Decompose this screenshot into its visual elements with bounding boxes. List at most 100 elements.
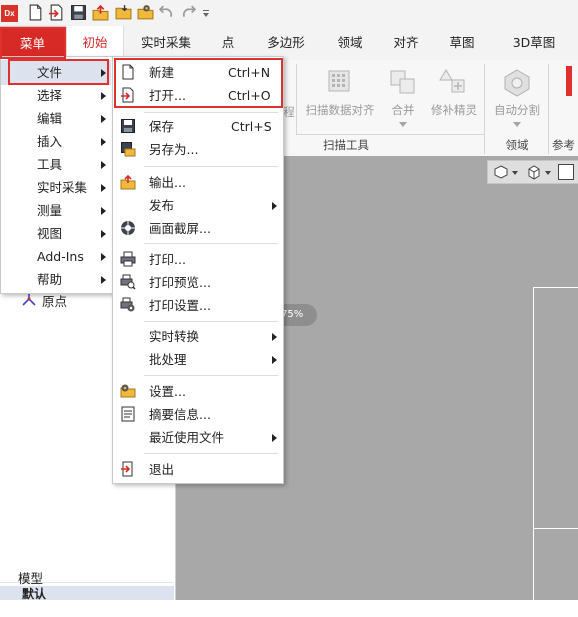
reference-group-label: 参考 <box>552 138 575 152</box>
menu-item-help[interactable]: 帮助 <box>37 268 62 291</box>
menu-item-settings[interactable]: 设置... <box>149 380 186 403</box>
menu-item-recent-files[interactable]: 最近使用文件 <box>149 426 224 449</box>
chevron-down-icon[interactable] <box>545 171 551 175</box>
printer-icon <box>120 251 136 267</box>
save-as-icon <box>121 142 136 157</box>
submenu-arrow-icon <box>101 230 106 238</box>
quick-access-toolbar: Dx <box>0 0 578 26</box>
menu-separator <box>144 112 278 113</box>
scan-align-icon <box>328 70 350 92</box>
submenu-arrow-icon <box>101 69 106 77</box>
submenu-arrow-icon <box>272 333 277 341</box>
menu-item-measure[interactable]: 测量 <box>37 199 62 222</box>
open-icon <box>121 87 134 103</box>
menu-item-batch[interactable]: 批处理 <box>149 348 187 371</box>
view-mode-icon[interactable] <box>493 164 509 180</box>
menu-item-print-preview[interactable]: 打印预览... <box>149 271 211 294</box>
tab-realtime-capture[interactable]: 实时采集 <box>128 26 204 60</box>
tab-region[interactable]: 领域 <box>326 26 374 60</box>
new-document-icon <box>122 64 134 80</box>
menu-item-new[interactable]: 新建 <box>149 61 174 84</box>
menu-item-file[interactable]: 文件 <box>37 61 62 84</box>
menu-item-view[interactable]: 视图 <box>37 222 62 245</box>
scan-align-label: 扫描数据对齐 <box>305 103 375 117</box>
auto-split-label: 自动分割 <box>494 103 540 117</box>
tab-align[interactable]: 对齐 <box>382 26 430 60</box>
chevron-down-icon <box>399 122 407 127</box>
exit-icon <box>121 461 133 477</box>
patch-wizard-button[interactable]: 修补精灵 <box>426 66 482 130</box>
menu-item-print-setup[interactable]: 打印设置... <box>149 294 211 317</box>
submenu-arrow-icon <box>272 434 277 442</box>
patch-wizard-label: 修补精灵 <box>431 103 477 117</box>
ribbon-separator <box>296 64 297 134</box>
menu-item-publish[interactable]: 发布 <box>149 194 174 217</box>
submenu-arrow-icon <box>101 207 106 215</box>
menu-item-open[interactable]: 打开... <box>149 84 186 107</box>
region-group-label: 领域 <box>505 138 529 152</box>
ribbon-separator <box>484 64 485 154</box>
open-icon[interactable] <box>48 4 65 21</box>
submenu-arrow-icon <box>101 161 106 169</box>
merge-button[interactable]: 合并 <box>382 66 424 136</box>
export-icon[interactable] <box>92 4 109 21</box>
menu-separator <box>144 453 278 454</box>
menu-item-insert[interactable]: 插入 <box>37 130 62 153</box>
menu-item-exit[interactable]: 退出 <box>149 458 174 481</box>
cube-view-icon[interactable] <box>526 164 542 180</box>
shortcut-new: Ctrl+N <box>228 65 271 80</box>
submenu-arrow-icon <box>101 115 106 123</box>
display-mode-icon[interactable] <box>558 164 574 180</box>
print-preview-icon <box>120 274 136 290</box>
reference-icon[interactable] <box>566 66 572 96</box>
save-icon <box>121 119 135 133</box>
ribbon-partial-label: 程 <box>283 105 295 119</box>
auto-split-button[interactable]: 自动分割 <box>488 66 546 136</box>
settings-folder-icon[interactable] <box>137 4 154 21</box>
tab-3d-sketch[interactable]: 3D草图 <box>494 26 574 60</box>
patch-wizard-icon <box>439 69 465 93</box>
app-logo: Dx <box>1 5 18 22</box>
highlight-box-menu-tab <box>0 27 66 59</box>
scan-align-button[interactable]: 扫描数据对齐 <box>300 66 380 130</box>
menu-item-realtime-convert[interactable]: 实时转换 <box>149 325 199 348</box>
customize-dropdown-icon[interactable] <box>202 9 210 18</box>
tab-sketch[interactable]: 草图 <box>438 26 486 60</box>
menu-item-save[interactable]: 保存 <box>149 115 174 138</box>
auto-split-icon <box>504 69 530 97</box>
save-icon[interactable] <box>70 4 87 21</box>
camera-shutter-icon <box>121 221 135 235</box>
menu-item-print[interactable]: 打印... <box>149 248 186 271</box>
tab-polygon[interactable]: 多边形 <box>254 26 318 60</box>
shortcut-save: Ctrl+S <box>231 119 272 134</box>
menu-item-screenshot[interactable]: 画面截屏... <box>149 217 211 240</box>
scan-tools-group-label: 扫描工具 <box>323 138 369 152</box>
tree-item-default[interactable]: 默认 <box>22 588 46 600</box>
new-document-icon[interactable] <box>27 4 44 21</box>
merge-label: 合并 <box>391 103 415 117</box>
undo-icon[interactable] <box>158 4 175 21</box>
menu-item-edit[interactable]: 编辑 <box>37 107 62 130</box>
submenu-arrow-icon <box>101 138 106 146</box>
settings-folder-icon <box>120 384 136 398</box>
model-label: 模型 <box>18 571 44 586</box>
submenu-arrow-icon <box>272 202 277 210</box>
print-setup-icon <box>120 297 135 312</box>
submenu-arrow-icon <box>101 253 106 261</box>
menu-item-tools[interactable]: 工具 <box>37 153 62 176</box>
menu-separator <box>144 243 278 244</box>
redo-icon[interactable] <box>180 4 197 21</box>
menu-item-save-as[interactable]: 另存为... <box>149 138 198 161</box>
menu-item-realtime-capture[interactable]: 实时采集 <box>37 176 87 199</box>
tab-point[interactable]: 点 <box>210 26 246 60</box>
menu-item-select[interactable]: 选择 <box>37 84 62 107</box>
reference-frame-outline <box>533 287 578 617</box>
menu-item-add-ins[interactable]: Add-Ins <box>37 245 84 268</box>
ribbon-divider <box>296 134 484 135</box>
menu-item-export[interactable]: 输出... <box>149 171 186 194</box>
submenu-arrow-icon <box>101 276 106 284</box>
submenu-arrow-icon <box>101 184 106 192</box>
menu-item-summary-info[interactable]: 摘要信息... <box>149 403 211 426</box>
folder-icon[interactable] <box>115 4 132 21</box>
chevron-down-icon[interactable] <box>512 171 518 175</box>
